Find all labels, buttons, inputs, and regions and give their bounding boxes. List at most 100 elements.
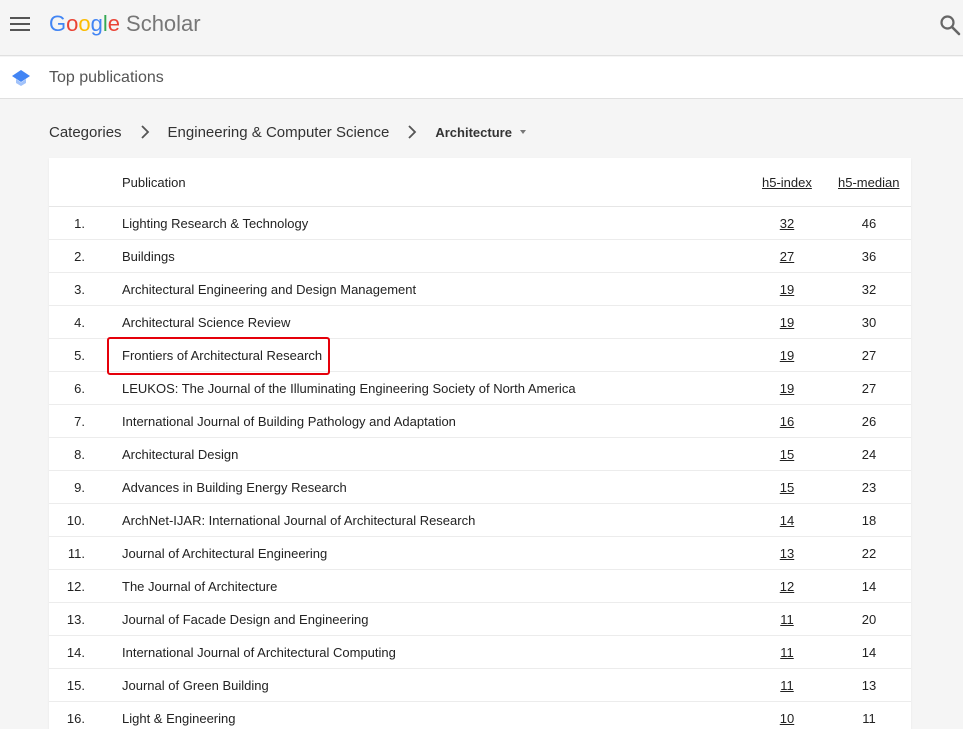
publication-title-link[interactable]: Journal of Green Building [122,678,269,693]
google-wordmark: Google [49,11,121,36]
subcategory-dropdown[interactable]: Architecture [435,125,526,140]
table-row: 5. Frontiers of Architectural Research 19 2… [49,339,911,372]
h5-index-link[interactable]: 12 [749,579,825,594]
h5-index-link[interactable]: 27 [749,249,825,264]
h5-index-link[interactable]: 19 [749,381,825,396]
row-rank: 5. [74,348,85,363]
h5-index-link[interactable]: 11 [749,645,825,660]
top-bar: Google Scholar [0,0,963,56]
publication-title-link[interactable]: Frontiers of Architectural Research [122,348,322,363]
table-row: 2. Buildings 27 36 [49,240,911,273]
table-row: 10. ArchNet-IJAR: International Journal o… [49,504,911,537]
publication-title-link[interactable]: Advances in Building Energy Research [122,480,347,495]
h5-median-value: 32 [861,282,877,297]
table-row: 3. Architectural Engineering and Design M… [49,273,911,306]
h5-index-link[interactable]: 16 [749,414,825,429]
table-row: 14. International Journal of Architectura… [49,636,911,669]
row-rank: 16. [66,711,85,726]
h5-index-link[interactable]: 15 [749,447,825,462]
h5-median-value: 22 [861,546,877,561]
h5-median-value: 14 [861,645,877,660]
h5-median-value: 27 [861,381,877,396]
hamburger-menu-icon[interactable] [10,16,30,32]
publication-title-link[interactable]: Lighting Research & Technology [122,216,308,231]
table-row: 11. Journal of Architectural Engineering 1… [49,537,911,570]
table-header: Publication h5-index h5-median [49,158,911,207]
column-header-publication: Publication [122,175,186,190]
chevron-right-icon [140,125,149,139]
h5-index-link[interactable]: 11 [749,612,825,627]
h5-index-link[interactable]: 10 [749,711,825,726]
h5-index-link[interactable]: 11 [749,678,825,693]
sub-header: Top publications [0,57,963,99]
h5-index-link[interactable]: 32 [749,216,825,231]
caret-down-icon [519,130,526,134]
column-header-h5-index[interactable]: h5-index [762,175,812,190]
chevron-right-icon [408,125,417,139]
publication-title-link[interactable]: Buildings [122,249,175,264]
row-rank: 7. [74,414,85,429]
row-rank: 1. [74,216,85,231]
row-rank: 2. [74,249,85,264]
h5-median-value: 46 [861,216,877,231]
h5-median-value: 24 [861,447,877,462]
h5-median-value: 27 [861,348,877,363]
h5-median-value: 20 [861,612,877,627]
publication-title-link[interactable]: LEUKOS: The Journal of the Illuminating … [122,381,576,396]
h5-index-link[interactable]: 19 [749,282,825,297]
h5-index-link[interactable]: 19 [749,348,825,363]
subcategory-label: Architecture [435,124,512,140]
h5-median-value: 23 [861,480,877,495]
scholar-wordmark: Scholar [126,11,201,36]
table-row: 7. International Journal of Building Path… [49,405,911,438]
publication-title-link[interactable]: The Journal of Architecture [122,579,277,594]
h5-median-value: 30 [861,315,877,330]
table-row: 1. Lighting Research & Technology 32 46 [49,207,911,240]
column-header-h5-median[interactable]: h5-median [838,175,899,190]
table-row: 8. Architectural Design 15 24 [49,438,911,471]
h5-median-value: 13 [861,678,877,693]
google-scholar-logo[interactable]: Google Scholar [49,10,201,40]
row-rank: 15. [66,678,85,693]
publication-title-link[interactable]: Light & Engineering [122,711,235,726]
h5-median-value: 18 [861,513,877,528]
row-rank: 10. [66,513,85,528]
row-rank: 4. [74,315,85,330]
publication-title-link[interactable]: International Journal of Building Pathol… [122,414,456,429]
h5-median-value: 11 [862,711,876,726]
publication-title-link[interactable]: Architectural Science Review [122,315,290,330]
table-row: 16. Light & Engineering 10 11 [49,702,911,729]
table-row: 4. Architectural Science Review 19 30 [49,306,911,339]
table-row: 6. LEUKOS: The Journal of the Illuminatin… [49,372,911,405]
publication-title-link[interactable]: Architectural Engineering and Design Man… [122,282,416,297]
publications-table: Publication h5-index h5-median 1. Lightin… [49,158,911,729]
breadcrumb-engineering[interactable]: Engineering & Computer Science [168,124,390,141]
row-rank: 8. [74,447,85,462]
h5-index-link[interactable]: 19 [749,315,825,330]
row-rank: 14. [66,645,85,660]
h5-median-value: 26 [861,414,877,429]
table-row: 13. Journal of Facade Design and Engineer… [49,603,911,636]
table-row: 12. The Journal of Architecture 12 14 [49,570,911,603]
h5-index-link[interactable]: 14 [749,513,825,528]
table-row: 15. Journal of Green Building 11 13 [49,669,911,702]
table-row: 9. Advances in Building Energy Research 15… [49,471,911,504]
publication-title-link[interactable]: Journal of Facade Design and Engineering [122,612,368,627]
publication-title-link[interactable]: Journal of Architectural Engineering [122,546,327,561]
row-rank: 9. [74,480,85,495]
row-rank: 3. [74,282,85,297]
mortarboard-icon [10,68,32,88]
h5-index-link[interactable]: 15 [749,480,825,495]
row-rank: 11. [67,546,85,561]
publication-title-link[interactable]: Architectural Design [122,447,238,462]
h5-index-link[interactable]: 13 [749,546,825,561]
publication-title-link[interactable]: International Journal of Architectural C… [122,645,396,660]
table-body: 1. Lighting Research & Technology 32 46 2. Bu… [49,207,911,729]
breadcrumb-categories[interactable]: Categories [49,124,122,141]
row-rank: 6. [74,381,85,396]
row-rank: 12. [66,579,85,594]
publication-title-link[interactable]: ArchNet-IJAR: International Journal of A… [122,513,475,528]
search-icon[interactable] [939,14,961,36]
row-rank: 13. [66,612,85,627]
page-title: Top publications [49,69,164,86]
